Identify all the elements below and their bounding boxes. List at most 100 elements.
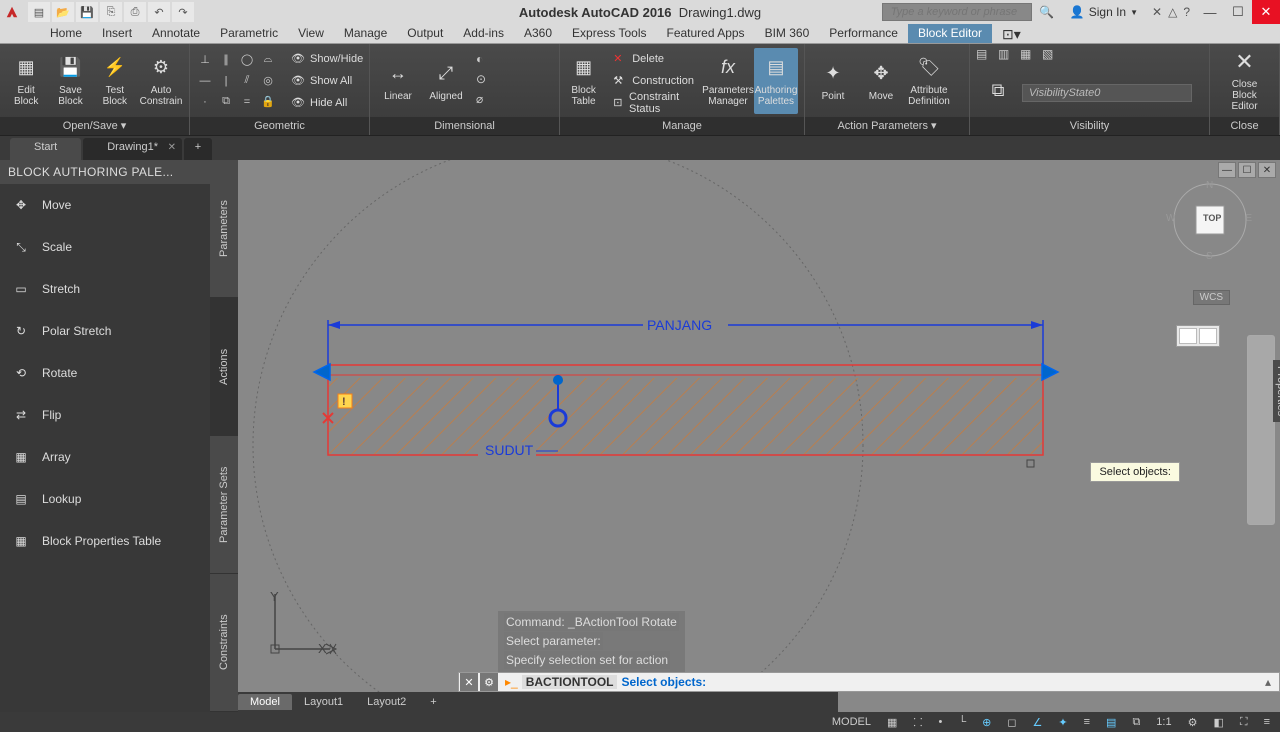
gc-coincident-icon[interactable]: ·: [196, 93, 214, 111]
tab-addins[interactable]: Add-ins: [453, 24, 514, 43]
visibility-state-select[interactable]: [1022, 84, 1192, 102]
gc-fix-icon[interactable]: 🔒: [259, 93, 277, 111]
qat-redo-icon[interactable]: ↷: [172, 2, 194, 22]
exchange-icon[interactable]: ✕: [1152, 5, 1162, 19]
hide-all-button[interactable]: 👁Hide All: [287, 93, 367, 113]
status-scale[interactable]: 1:1: [1152, 716, 1175, 728]
panel-manage-title[interactable]: Manage: [560, 117, 804, 135]
a360-icon[interactable]: △: [1168, 5, 1177, 19]
navigation-bar[interactable]: [1247, 335, 1275, 525]
aligned-dim-button[interactable]: ⤢Aligned: [424, 48, 468, 114]
layout-tab-layout1[interactable]: Layout1: [292, 694, 355, 710]
tab-featured-apps[interactable]: Featured Apps: [657, 24, 755, 43]
qat-saveas-icon[interactable]: ⎘: [100, 2, 122, 22]
maximize-button[interactable]: ☐: [1224, 0, 1252, 24]
search-icon[interactable]: 🔍: [1038, 3, 1056, 21]
start-tab[interactable]: Start: [10, 138, 81, 160]
tab-bim360[interactable]: BIM 360: [755, 24, 820, 43]
app-logo[interactable]: [0, 0, 24, 24]
status-ortho-icon[interactable]: └: [954, 716, 970, 728]
constraint-status-button[interactable]: ⊡Constraint Status: [609, 93, 698, 113]
status-snap-icon[interactable]: ⸬: [909, 715, 926, 730]
tab-insert[interactable]: Insert: [92, 24, 142, 43]
visibility-icon-2[interactable]: ▥: [998, 47, 1016, 65]
help-search-input[interactable]: [882, 3, 1032, 21]
parameters-manager-button[interactable]: fxParameters Manager: [706, 48, 750, 114]
tab-view[interactable]: View: [288, 24, 334, 43]
linear-dim-button[interactable]: ↔Linear: [376, 48, 420, 114]
layout-tab-add[interactable]: +: [418, 694, 448, 710]
sign-in-button[interactable]: 👤 Sign In ▼: [1062, 5, 1146, 19]
gc-equal-icon[interactable]: =: [238, 93, 256, 111]
panel-action-title[interactable]: Action Parameters ▾: [805, 117, 969, 135]
close-tab-icon[interactable]: ✕: [168, 142, 176, 153]
dim-radius-icon[interactable]: ⊙: [476, 72, 494, 90]
close-button[interactable]: ✕: [1252, 0, 1280, 24]
tab-express-tools[interactable]: Express Tools: [562, 24, 656, 43]
block-table-button[interactable]: ▦Block Table: [566, 48, 601, 114]
bap-move[interactable]: ✥Move: [0, 184, 210, 226]
move-button[interactable]: ✥Move: [859, 48, 903, 114]
bap-tab-actions[interactable]: Actions: [210, 298, 238, 436]
qat-plot-icon[interactable]: ⎙: [124, 2, 146, 22]
status-custom-icon[interactable]: ≡: [1260, 716, 1274, 728]
dim-diameter-icon[interactable]: ⌀: [476, 92, 494, 110]
tab-performance[interactable]: Performance: [819, 24, 908, 43]
layout-tab-model[interactable]: Model: [238, 694, 292, 710]
bap-tab-constraints[interactable]: Constraints: [210, 574, 238, 712]
gc-symmetric-icon[interactable]: ⧉: [217, 93, 235, 111]
status-iso-icon[interactable]: ◧: [1209, 716, 1227, 729]
gc-concentric-icon[interactable]: ◎: [259, 72, 277, 90]
status-gear-icon[interactable]: ⚙: [1184, 716, 1202, 729]
show-hide-button[interactable]: 👁Show/Hide: [287, 49, 367, 69]
gc-collinear-icon[interactable]: ⫽: [238, 72, 256, 90]
tab-a360[interactable]: A360: [514, 24, 562, 43]
tab-manage[interactable]: Manage: [334, 24, 397, 43]
tab-output[interactable]: Output: [397, 24, 453, 43]
save-block-button[interactable]: 💾Save Block: [50, 48, 90, 114]
bap-rotate[interactable]: ⟲Rotate: [0, 352, 210, 394]
tab-block-editor[interactable]: Block Editor: [908, 24, 992, 43]
vp-btn-2[interactable]: [1199, 328, 1217, 344]
status-lwt-icon[interactable]: ≡: [1080, 716, 1094, 728]
visibility-icon-1[interactable]: ▤: [976, 47, 994, 65]
status-grid-icon[interactable]: ▦: [883, 716, 901, 729]
vp-btn-1[interactable]: [1179, 328, 1197, 344]
view-cube[interactable]: TOP N S E W: [1170, 180, 1250, 260]
status-clean-icon[interactable]: ⛶: [1236, 716, 1252, 729]
status-model[interactable]: MODEL: [828, 716, 875, 728]
gc-horizontal-icon[interactable]: —: [196, 72, 214, 90]
visibility-icon-4[interactable]: ▧: [1042, 47, 1060, 65]
layout-tab-layout2[interactable]: Layout2: [355, 694, 418, 710]
bap-block-properties-table[interactable]: ▦Block Properties Table: [0, 520, 210, 562]
status-polar-icon[interactable]: ⊕: [978, 716, 995, 729]
edit-block-button[interactable]: ▦Edit Block: [6, 48, 46, 114]
status-qprop-icon[interactable]: ⧉: [1128, 716, 1144, 729]
gc-tangent-icon[interactable]: ◯: [238, 51, 256, 69]
status-trans-icon[interactable]: ▤: [1102, 716, 1120, 729]
qat-save-icon[interactable]: 💾: [76, 2, 98, 22]
tab-overflow-icon[interactable]: ⊡▾: [992, 24, 1031, 43]
properties-panel-tab[interactable]: Properties: [1273, 360, 1280, 422]
panel-dimensional-title[interactable]: Dimensional: [370, 117, 559, 135]
tab-home[interactable]: Home: [40, 24, 92, 43]
bap-scale[interactable]: ⤡Scale: [0, 226, 210, 268]
bap-tab-parameter-sets[interactable]: Parameter Sets: [210, 436, 238, 574]
status-otrack-icon[interactable]: ∠: [1029, 716, 1047, 729]
bap-flip[interactable]: ⇄Flip: [0, 394, 210, 436]
qat-undo-icon[interactable]: ↶: [148, 2, 170, 22]
close-block-editor-button[interactable]: ✕Close Block Editor: [1217, 48, 1273, 114]
tab-parametric[interactable]: Parametric: [210, 24, 288, 43]
panel-open-save-title[interactable]: Open/Save ▾: [0, 117, 189, 135]
status-osnap-icon[interactable]: ◻: [1003, 716, 1020, 729]
dim-angular-icon[interactable]: ◐: [476, 52, 494, 70]
show-all-button[interactable]: 👁Show All: [287, 71, 367, 91]
gc-smooth-icon[interactable]: ⌓: [259, 51, 277, 69]
bap-stretch[interactable]: ▭Stretch: [0, 268, 210, 310]
bap-lookup[interactable]: ▤Lookup: [0, 478, 210, 520]
add-tab-button[interactable]: +: [184, 138, 212, 160]
construction-button[interactable]: ⚒Construction: [609, 71, 698, 91]
command-line[interactable]: ✕ ⚙ ▸_ BACTIONTOOL Select objects: ▴: [458, 672, 1280, 692]
authoring-palettes-button[interactable]: ▤Authoring Palettes: [754, 48, 798, 114]
status-dyn-icon[interactable]: ✦: [1054, 716, 1071, 729]
